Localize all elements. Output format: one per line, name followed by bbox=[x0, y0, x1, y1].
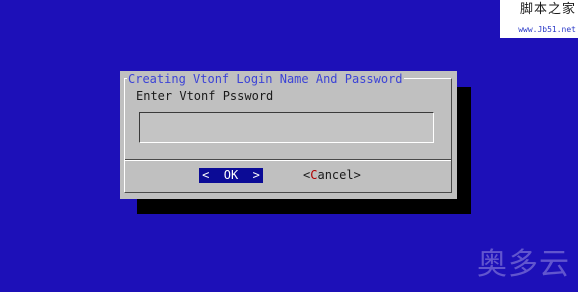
site-watermark: 脚本之家 www.Jb51.net bbox=[500, 0, 578, 38]
password-dialog: Creating Vtonf Login Name And Password E… bbox=[120, 71, 457, 199]
dialog-prompt: Enter Vtonf Pssword bbox=[136, 89, 274, 103]
cancel-button[interactable]: <Cancel> bbox=[303, 168, 361, 183]
dialog-title: Creating Vtonf Login Name And Password bbox=[127, 72, 404, 87]
password-input[interactable] bbox=[139, 112, 434, 143]
brand-watermark: 奥多云 bbox=[477, 247, 570, 282]
cancel-label-rest: ancel> bbox=[317, 168, 361, 182]
watermark-site-url: www.Jb51.net bbox=[518, 25, 576, 34]
ok-button[interactable]: < OK > bbox=[199, 168, 263, 183]
watermark-site-name: 脚本之家 bbox=[519, 2, 576, 17]
button-separator bbox=[125, 159, 451, 161]
